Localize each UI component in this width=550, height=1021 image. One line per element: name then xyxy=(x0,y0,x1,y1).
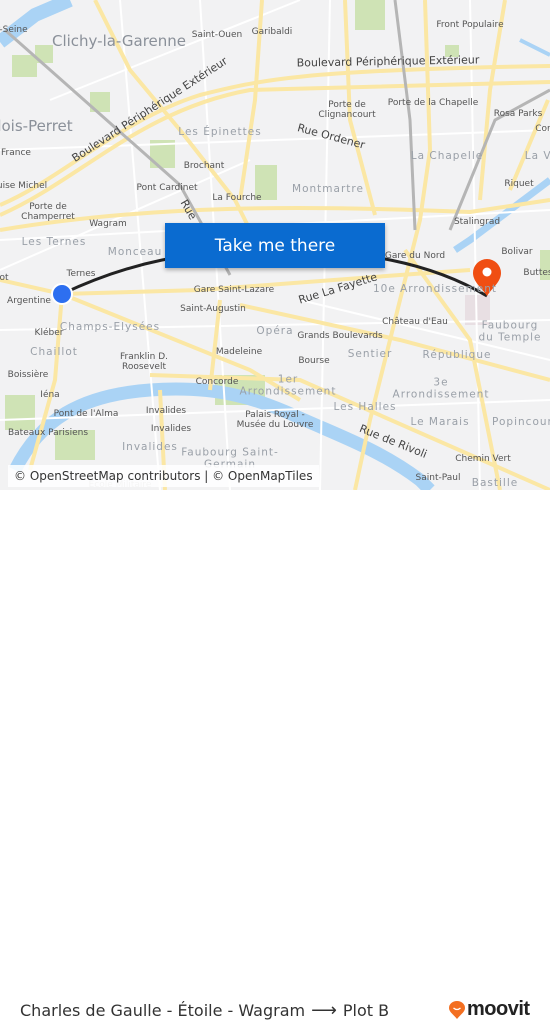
map-label: 3e Arrondissement xyxy=(392,376,490,400)
footer-bar: Charles de Gaulle - Étoile - Wagram ⟶ Pl… xyxy=(0,490,550,1021)
map-label: Porte de Champerret xyxy=(21,202,75,222)
map-label: Kléber xyxy=(34,328,64,339)
map-label: Porte de Clignancourt xyxy=(318,100,376,120)
map-label: La Vi xyxy=(524,150,550,163)
map-label: Faubourg du Temple xyxy=(478,319,542,343)
map-label: Invalides xyxy=(145,406,187,417)
map-label: Franklin D. Roosevelt xyxy=(119,352,168,372)
map-label: Iéna xyxy=(40,390,60,401)
brand-name: moovit xyxy=(467,998,530,1020)
map-label: 10e Arrondissement xyxy=(372,283,498,296)
map-label: Wagram xyxy=(89,219,127,230)
map-label: Montmartre xyxy=(292,183,364,196)
map-label: Les Épinettes xyxy=(178,126,262,139)
map-label: Bourse xyxy=(298,356,330,367)
map-label: Rosa Parks xyxy=(493,109,543,120)
map-label: Stalingrad xyxy=(453,217,501,228)
origin-name: Charles de Gaulle - Étoile - Wagram xyxy=(20,1001,306,1020)
map-label: Le Marais xyxy=(410,416,470,429)
map-label: Saint-Augustin xyxy=(180,304,246,315)
map-label: Concorde xyxy=(195,377,239,388)
map-label: Clichy-la-Garenne xyxy=(51,31,187,50)
map-label: Saint-Paul xyxy=(415,473,461,484)
map-label: Pont Cardinet xyxy=(136,183,198,194)
origin-dot xyxy=(51,283,73,305)
map-label: Chaillot xyxy=(30,346,78,359)
map-label: Les Ternes xyxy=(21,236,87,249)
map-label: Riquet xyxy=(504,179,534,190)
map-label: Saint-Ouen xyxy=(191,30,243,41)
map-label: Garibaldi xyxy=(251,27,293,38)
map-label: Invalides xyxy=(150,424,192,435)
map-label: Boissière xyxy=(7,370,49,381)
moovit-pin-icon xyxy=(449,1000,465,1019)
route-title: Charles de Gaulle - Étoile - Wagram ⟶ Pl… xyxy=(20,1000,389,1021)
map-label: Buttes xyxy=(523,268,550,279)
map-label: Les Halles xyxy=(333,401,397,414)
map-label: 1er Arrondissement xyxy=(239,373,337,397)
take-me-there-button[interactable]: Take me there xyxy=(165,223,385,268)
map-label: Popincourt xyxy=(492,416,550,429)
map-attribution[interactable]: © OpenStreetMap contributors | © OpenMap… xyxy=(8,465,319,487)
arrow-right-icon: ⟶ xyxy=(311,1000,337,1021)
map-label: Opéra xyxy=(256,325,294,338)
map-label: Pont de l'Alma xyxy=(53,409,119,420)
map-label: Gare du Nord xyxy=(384,251,446,262)
map-label: Front Populaire xyxy=(436,20,504,31)
map-label: La Fourche xyxy=(212,193,262,204)
map-label: Porte de la Chapelle xyxy=(387,98,479,109)
map-label: République xyxy=(422,349,492,362)
map-label: Bastille xyxy=(471,477,519,490)
map-label: Ternes xyxy=(66,269,96,280)
map-label: Château d'Eau xyxy=(382,317,448,328)
map-label: r-Seine xyxy=(0,25,28,36)
map-label: La Chapelle xyxy=(410,150,484,163)
map-label: Gare Saint-Lazare xyxy=(193,285,275,296)
map-label: lois-Perret xyxy=(0,116,73,135)
map-label: Bolivar xyxy=(501,247,533,258)
moovit-logo: moovit xyxy=(449,998,530,1021)
map-label: Monceau xyxy=(107,246,163,259)
map-label: Bateaux Parisiens xyxy=(7,428,89,439)
map-label: uise Michel xyxy=(0,181,48,192)
map-label: Madeleine xyxy=(215,347,263,358)
destination-name: Plot B xyxy=(342,1001,390,1020)
map[interactable]: Clichy-la-Garenne lois-Perret r-Seine Sa… xyxy=(0,0,550,490)
map-label: Grands Boulevards xyxy=(297,331,383,342)
map-label: Invalides xyxy=(122,441,178,454)
map-label: Champs-Elysées xyxy=(59,321,161,334)
map-label: France xyxy=(1,148,31,159)
map-label: Sentier xyxy=(347,348,393,361)
map-label: Palais Royal - Musée du Louvre xyxy=(236,410,314,430)
map-label: Brochant xyxy=(183,161,225,172)
map-label: Cor xyxy=(535,124,550,135)
map-label: ot xyxy=(0,273,9,284)
map-label: Chemin Vert xyxy=(455,454,511,465)
map-label: Argentine xyxy=(7,296,51,307)
